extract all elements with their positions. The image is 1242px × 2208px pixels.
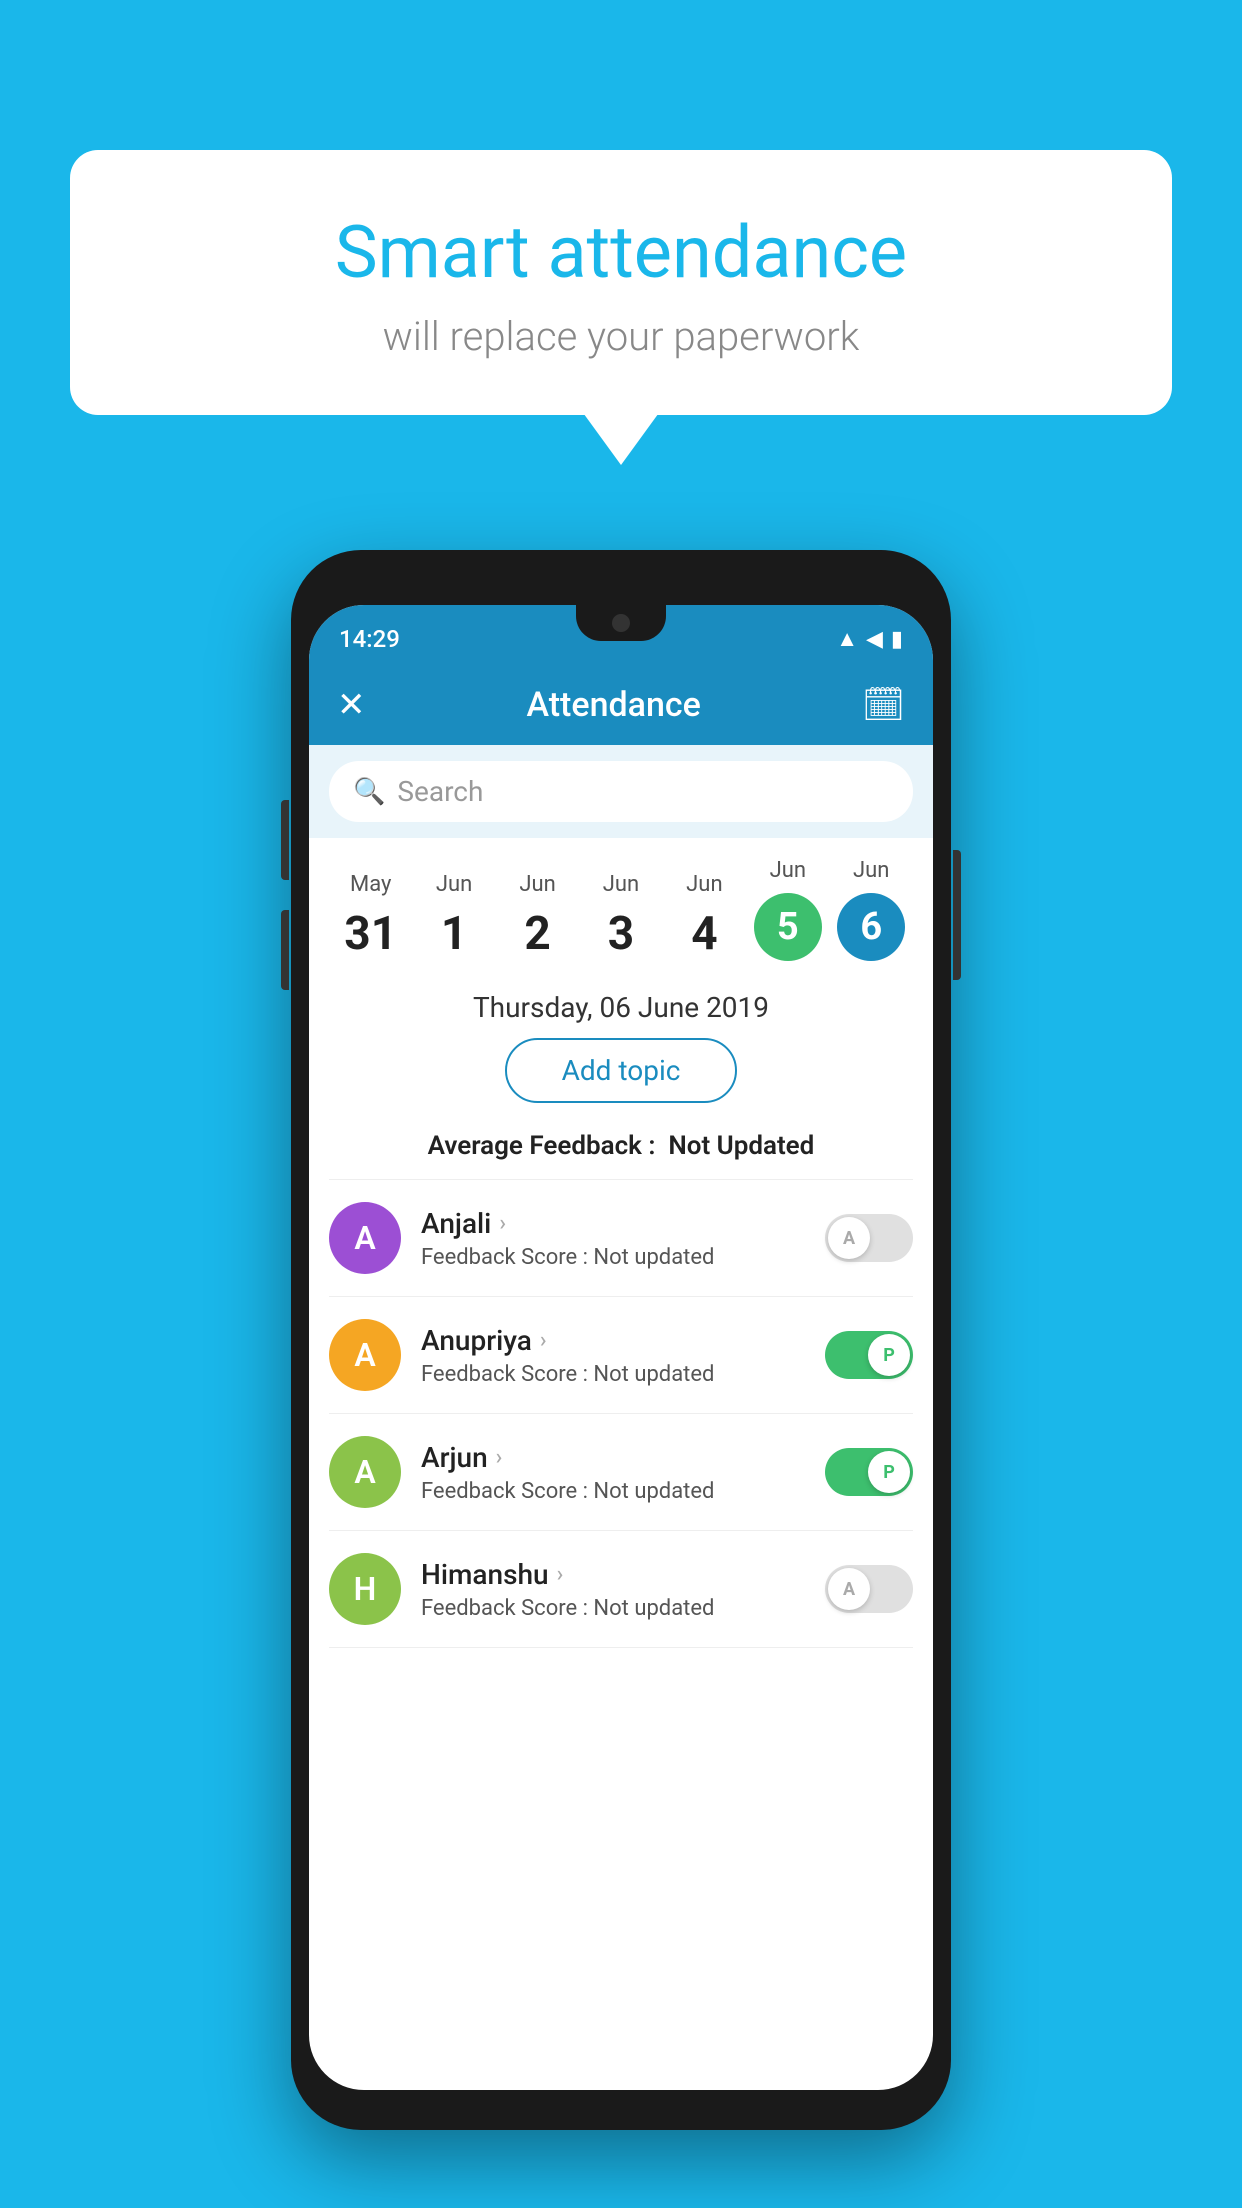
chevron-anjali: › xyxy=(499,1211,506,1236)
cal-month-6: Jun xyxy=(853,858,889,883)
cal-date-4: 4 xyxy=(691,907,717,961)
cal-date-5: 5 xyxy=(754,893,822,961)
notch xyxy=(576,605,666,641)
avg-feedback-label: Average Feedback : xyxy=(428,1131,656,1161)
cal-month-2: Jun xyxy=(519,872,555,897)
student-info-anjali: Anjali › Feedback Score : Not updated xyxy=(421,1207,805,1270)
student-feedback-anjali: Feedback Score : Not updated xyxy=(421,1245,805,1270)
student-feedback-arjun: Feedback Score : Not updated xyxy=(421,1479,805,1504)
calendar-day-2[interactable]: Jun 2 xyxy=(503,872,573,961)
student-name-anupriya[interactable]: Anupriya › xyxy=(421,1324,805,1357)
cal-month-1: Jun xyxy=(436,872,472,897)
avatar-arjun: A xyxy=(329,1436,401,1508)
avatar-anupriya: A xyxy=(329,1319,401,1391)
student-name-himanshu[interactable]: Himanshu › xyxy=(421,1558,805,1591)
battery-icon: ▮ xyxy=(891,627,903,652)
chevron-arjun: › xyxy=(496,1445,503,1470)
calendar-row: May 31 Jun 1 Jun 2 Jun xyxy=(309,838,933,971)
app-bar-title: Attendance xyxy=(526,685,700,725)
status-icons: ▲ ◀ ▮ xyxy=(836,626,903,652)
student-info-arjun: Arjun › Feedback Score : Not updated xyxy=(421,1441,805,1504)
divider-4 xyxy=(329,1647,913,1648)
student-info-himanshu: Himanshu › Feedback Score : Not updated xyxy=(421,1558,805,1621)
add-topic-container: Add topic xyxy=(309,1038,933,1119)
close-icon[interactable]: ✕ xyxy=(337,685,366,725)
phone-body: 14:29 ▲ ◀ ▮ ✕ Attendance 🗓 🔍 xyxy=(291,550,951,2130)
signal-icon: ◀ xyxy=(866,627,883,652)
toggle-knob-anupriya: P xyxy=(868,1334,910,1376)
toggle-knob-arjun: P xyxy=(868,1451,910,1493)
calendar-day-6[interactable]: Jun 6 xyxy=(836,858,906,961)
bubble-title: Smart attendance xyxy=(120,210,1122,295)
cal-month-0: May xyxy=(350,872,391,897)
search-bar-container: 🔍 Search xyxy=(309,745,933,838)
toggle-anjali[interactable]: A xyxy=(825,1214,913,1262)
calendar-icon[interactable]: 🗓 xyxy=(862,685,905,725)
avatar-himanshu: H xyxy=(329,1553,401,1625)
speech-bubble: Smart attendance will replace your paper… xyxy=(70,150,1172,415)
student-row-anupriya: A Anupriya › Feedback Score : Not update… xyxy=(309,1297,933,1413)
student-row-arjun: A Arjun › Feedback Score : Not updated P xyxy=(309,1414,933,1530)
speech-bubble-container: Smart attendance will replace your paper… xyxy=(70,150,1172,415)
calendar-day-1[interactable]: Jun 1 xyxy=(419,872,489,961)
cal-month-5: Jun xyxy=(770,858,806,883)
phone-wrapper: 14:29 ▲ ◀ ▮ ✕ Attendance 🗓 🔍 xyxy=(291,550,951,2130)
app-bar: ✕ Attendance 🗓 xyxy=(309,665,933,745)
avg-feedback-value: Not Updated xyxy=(668,1131,814,1161)
cal-date-1: 1 xyxy=(441,907,467,961)
cal-month-4: Jun xyxy=(686,872,722,897)
cal-date-3: 3 xyxy=(608,907,634,961)
selected-date-label: Thursday, 06 June 2019 xyxy=(309,971,933,1038)
search-placeholder: Search xyxy=(397,775,483,808)
power-button xyxy=(953,850,961,980)
avg-feedback: Average Feedback : Not Updated xyxy=(309,1119,933,1179)
toggle-anupriya[interactable]: P xyxy=(825,1331,913,1379)
toggle-knob-himanshu: A xyxy=(828,1568,870,1610)
status-time: 14:29 xyxy=(339,625,400,653)
calendar-day-3[interactable]: Jun 3 xyxy=(586,872,656,961)
volume-up-button xyxy=(281,800,289,880)
toggle-knob-anjali: A xyxy=(828,1217,870,1259)
cal-month-3: Jun xyxy=(603,872,639,897)
search-bar[interactable]: 🔍 Search xyxy=(329,761,913,822)
cal-date-6: 6 xyxy=(837,893,905,961)
wifi-icon: ▲ xyxy=(836,626,858,652)
student-feedback-anupriya: Feedback Score : Not updated xyxy=(421,1362,805,1387)
phone-screen: 14:29 ▲ ◀ ▮ ✕ Attendance 🗓 🔍 xyxy=(309,605,933,2090)
calendar-day-5[interactable]: Jun 5 xyxy=(753,858,823,961)
search-icon: 🔍 xyxy=(353,777,385,807)
chevron-anupriya: › xyxy=(540,1328,547,1353)
front-camera xyxy=(612,614,630,632)
cal-date-2: 2 xyxy=(524,907,550,961)
student-feedback-himanshu: Feedback Score : Not updated xyxy=(421,1596,805,1621)
student-info-anupriya: Anupriya › Feedback Score : Not updated xyxy=(421,1324,805,1387)
toggle-himanshu[interactable]: A xyxy=(825,1565,913,1613)
screen-content: ✕ Attendance 🗓 🔍 Search May 31 xyxy=(309,665,933,2090)
toggle-arjun[interactable]: P xyxy=(825,1448,913,1496)
student-row-himanshu: H Himanshu › Feedback Score : Not update… xyxy=(309,1531,933,1647)
volume-down-button xyxy=(281,910,289,990)
bubble-subtitle: will replace your paperwork xyxy=(120,313,1122,360)
student-name-arjun[interactable]: Arjun › xyxy=(421,1441,805,1474)
chevron-himanshu: › xyxy=(557,1562,564,1587)
student-row-anjali: A Anjali › Feedback Score : Not updated … xyxy=(309,1180,933,1296)
add-topic-button[interactable]: Add topic xyxy=(505,1038,738,1103)
avatar-anjali: A xyxy=(329,1202,401,1274)
cal-date-0: 31 xyxy=(344,907,397,961)
calendar-day-0[interactable]: May 31 xyxy=(336,872,406,961)
student-name-anjali[interactable]: Anjali › xyxy=(421,1207,805,1240)
calendar-day-4[interactable]: Jun 4 xyxy=(669,872,739,961)
